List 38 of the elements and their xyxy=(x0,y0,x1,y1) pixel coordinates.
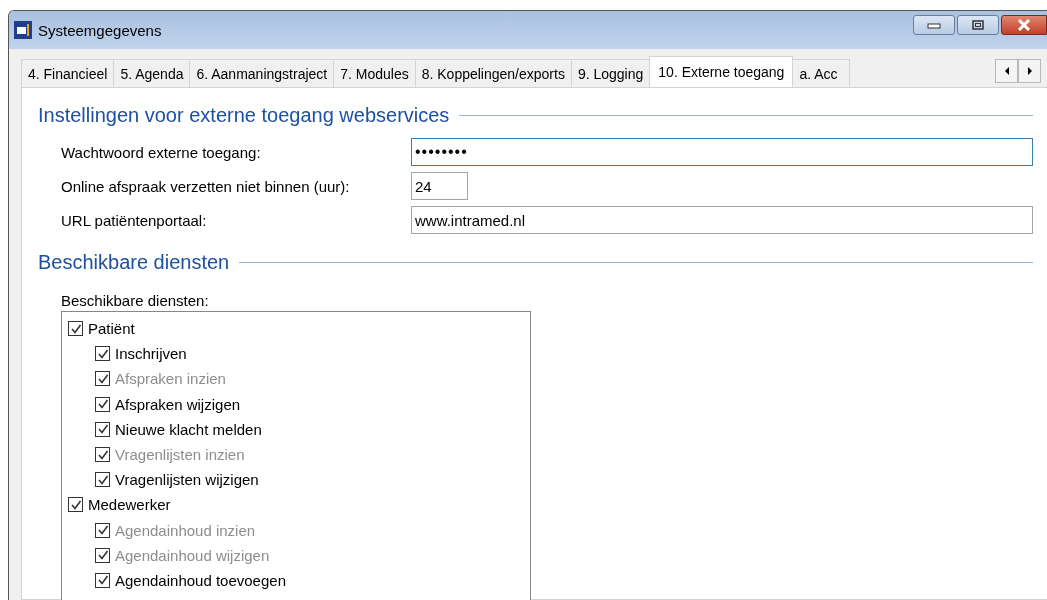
minimize-icon xyxy=(927,21,941,29)
window-title: Systeemgegevens xyxy=(38,21,162,39)
app-logo-icon xyxy=(14,21,32,39)
list-label: Beschikbare diensten: xyxy=(61,292,210,309)
right-triangle-icon xyxy=(1026,67,1033,75)
field-label: Wachtwoord externe toegang: xyxy=(61,143,262,161)
close-icon xyxy=(1017,19,1031,31)
scroll-right-button[interactable] xyxy=(1018,59,1041,83)
field-label: Online afspraak verzetten niet binnen (uur): xyxy=(61,177,351,195)
input-field[interactable]: 24 xyxy=(411,172,468,200)
tab[interactable]: 4. Financieel xyxy=(21,59,115,87)
tree-item[interactable]: Medewerker xyxy=(88,496,171,514)
tree-item[interactable]: Agendainhoud toevoegen xyxy=(115,571,286,589)
tree-item[interactable]: Patiënt xyxy=(88,320,135,338)
maximize-icon xyxy=(972,20,984,30)
checkbox[interactable] xyxy=(68,321,83,337)
close-button[interactable] xyxy=(1001,15,1047,35)
tree-item[interactable]: Inschrijven xyxy=(115,345,187,363)
maximize-button[interactable] xyxy=(957,15,999,35)
section-heading: Beschikbare diensten xyxy=(38,251,230,274)
tab[interactable]: a. Acc xyxy=(792,59,851,87)
checkbox[interactable] xyxy=(95,421,110,437)
input-field[interactable]: www.intramed.nl xyxy=(411,206,1033,234)
tree-item[interactable]: Vragenlijsten wijzigen xyxy=(115,471,259,489)
scroll-left-button[interactable] xyxy=(995,59,1018,83)
section-heading: Instellingen voor externe toegang webservices xyxy=(38,104,450,127)
checkbox[interactable] xyxy=(95,346,110,362)
checkbox[interactable] xyxy=(95,472,110,488)
checkbox[interactable] xyxy=(68,497,83,513)
minimize-button[interactable] xyxy=(913,15,955,35)
field-label: URL patiëntenportaal: xyxy=(61,211,208,229)
left-triangle-icon xyxy=(1003,67,1010,75)
tree-item[interactable]: Nieuwe klacht melden xyxy=(115,420,262,438)
checkbox[interactable] xyxy=(95,396,110,412)
tree-item[interactable]: Afspraken wijzigen xyxy=(115,395,241,413)
checkbox[interactable] xyxy=(95,572,110,588)
password-field[interactable]: •••••••• xyxy=(411,138,1033,166)
tab[interactable]: 10. Externe toegang xyxy=(649,56,794,87)
